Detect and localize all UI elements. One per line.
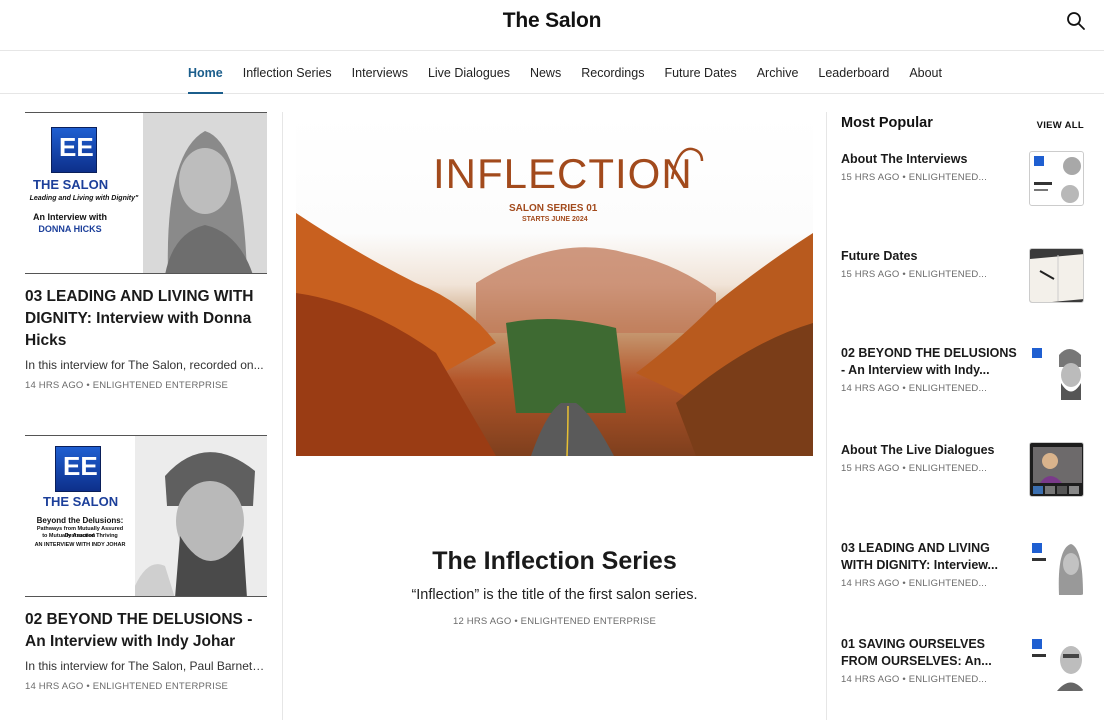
thumb-line: to Mutually Assured Thriving [42, 533, 118, 539]
popular-item-title[interactable]: 03 LEADING AND LIVING WITH DIGNITY: Inte… [841, 540, 1019, 574]
hero-title: INFLECTION [433, 150, 693, 197]
popular-item-thumbnail[interactable] [1029, 540, 1084, 595]
post-thumbnail[interactable]: EE THE SALON Leading and Living with Dig… [25, 112, 267, 274]
search-icon[interactable] [1066, 11, 1086, 31]
post-title[interactable]: 03 LEADING AND LIVING WITH DIGNITY: Inte… [25, 286, 267, 352]
popular-item[interactable]: 01 SAVING OURSELVES FROM OURSELVES: An..… [841, 636, 1084, 696]
feature-subtitle: “Inflection” is the title of the first s… [411, 587, 698, 603]
post-thumbnail[interactable]: EE THE SALON Beyond the Delusions: Pathw… [25, 435, 267, 597]
popular-item-title[interactable]: About The Interviews [841, 151, 1019, 168]
thumb-brand: THE SALON [33, 177, 109, 192]
thumb-line: An Interview with [32, 212, 107, 222]
popular-item[interactable]: About The Live Dialogues 15 HRS AGO • EN… [841, 442, 1084, 502]
site-header: The Salon [0, 0, 1104, 51]
popular-item-title[interactable]: Future Dates [841, 248, 1019, 265]
nav-inflection-series[interactable]: Inflection Series [243, 52, 332, 94]
nav-future-dates[interactable]: Future Dates [664, 52, 736, 94]
thumb-tagline: Leading and Living with Dignity" [29, 195, 139, 202]
post-excerpt: In this interview for The Salon, Paul Ba… [25, 659, 267, 673]
nav-home[interactable]: Home [188, 52, 223, 94]
popular-item-title[interactable]: About The Live Dialogues [841, 442, 1019, 459]
popular-item[interactable]: Future Dates 15 HRS AGO • ENLIGHTENED... [841, 248, 1084, 308]
column-divider [282, 112, 283, 720]
thumb-name: DONNA HICKS [38, 224, 102, 234]
popular-item[interactable]: 03 LEADING AND LIVING WITH DIGNITY: Inte… [841, 540, 1084, 600]
column-divider [826, 112, 827, 720]
nav-live-dialogues[interactable]: Live Dialogues [428, 52, 510, 94]
nav-about[interactable]: About [909, 52, 942, 94]
portrait-image [135, 436, 267, 596]
most-popular-heading: Most Popular [841, 115, 933, 131]
post-excerpt: In this interview for The Salon, recorde… [25, 358, 264, 372]
feature-title[interactable]: The Inflection Series [296, 547, 813, 576]
popular-item[interactable]: 02 BEYOND THE DELUSIONS - An Interview w… [841, 345, 1084, 405]
hero-series: SALON SERIES 01 [509, 203, 598, 214]
popular-item-title[interactable]: 02 BEYOND THE DELUSIONS - An Interview w… [841, 345, 1019, 379]
thumb-brand: THE SALON [43, 494, 119, 509]
main-nav: Home Inflection Series Interviews Live D… [0, 52, 1104, 94]
salon-logo-icon: EE [51, 127, 97, 173]
portrait-image [143, 113, 267, 273]
post-card[interactable]: EE THE SALON Leading and Living with Dig… [25, 112, 267, 391]
popular-item-thumbnail[interactable] [1029, 151, 1084, 206]
nav-interviews[interactable]: Interviews [352, 52, 408, 94]
post-meta: 14 HRS AGO • ENLIGHTENED ENTERPRISE [25, 681, 229, 692]
view-all-link[interactable]: VIEW ALL [1037, 120, 1084, 131]
nav-leaderboard[interactable]: Leaderboard [818, 52, 889, 94]
feature-meta: 12 HRS AGO • ENLIGHTENED ENTERPRISE [452, 616, 656, 627]
popular-item-thumbnail[interactable] [1029, 248, 1084, 303]
nav-archive[interactable]: Archive [757, 52, 799, 94]
nav-news[interactable]: News [530, 52, 561, 94]
popular-item-title[interactable]: 01 SAVING OURSELVES FROM OURSELVES: An..… [841, 636, 1019, 670]
popular-item-thumbnail[interactable] [1029, 442, 1084, 497]
salon-logo-icon: EE [55, 446, 101, 492]
site-title[interactable]: The Salon [0, 9, 1104, 33]
popular-item-thumbnail[interactable] [1029, 345, 1084, 400]
thumb-line: AN INTERVIEW WITH INDY JOHAR [34, 542, 126, 548]
post-meta: 14 HRS AGO • ENLIGHTENED ENTERPRISE [25, 380, 229, 391]
nav-recordings[interactable]: Recordings [581, 52, 644, 94]
post-card[interactable]: EE THE SALON Beyond the Delusions: Pathw… [25, 435, 267, 692]
thumb-line: Beyond the Delusions: [36, 516, 124, 525]
post-title[interactable]: 02 BEYOND THE DELUSIONS - An Interview w… [25, 609, 267, 653]
popular-item[interactable]: About The Interviews 15 HRS AGO • ENLIGH… [841, 151, 1084, 211]
featured-image[interactable]: INFLECTION SALON SERIES 01 STARTS JUNE 2… [296, 113, 813, 456]
hero-start-date: STARTS JUNE 2024 [522, 216, 588, 223]
popular-item-thumbnail[interactable] [1029, 636, 1084, 691]
